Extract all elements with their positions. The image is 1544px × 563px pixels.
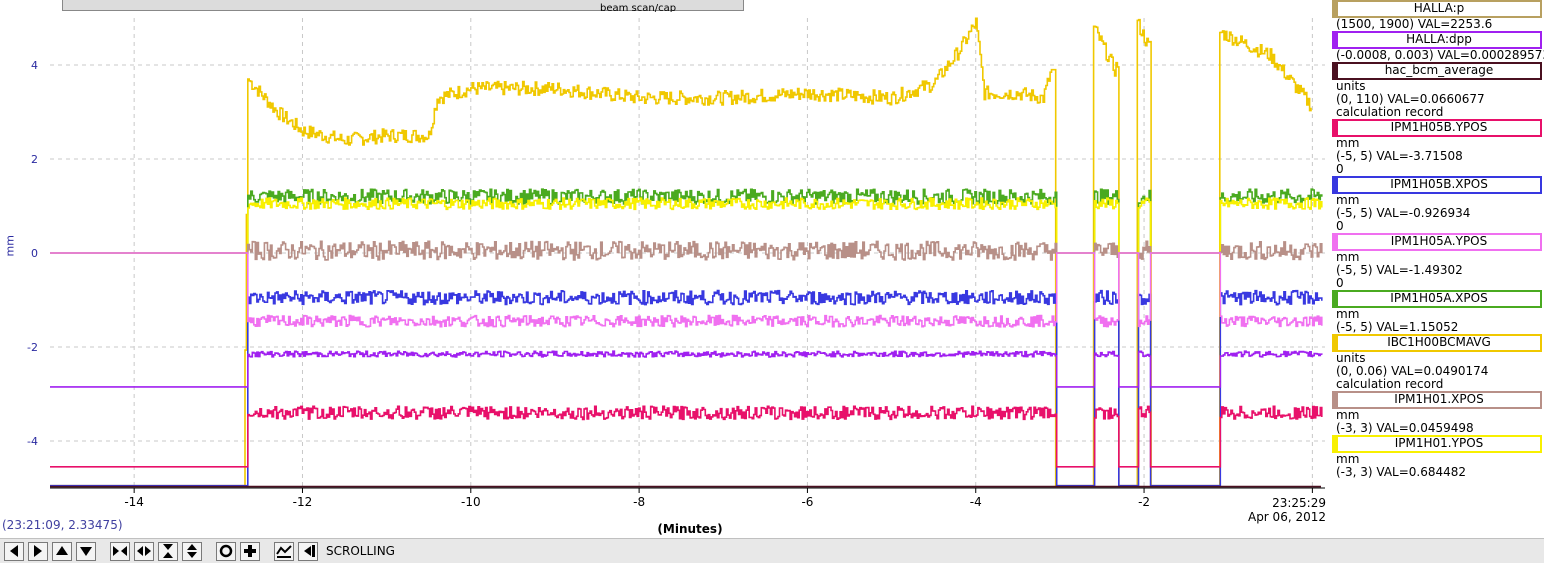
arrow-down-icon (80, 547, 92, 556)
strip-chart[interactable]: -4 -2 0 2 4 -14 -12 -10 -8 -6 -4 -2 (0, 0, 1330, 538)
legend: HALLA:p (1500, 1900) VAL=2253.6 HALLA:dpp(… (1330, 0, 1544, 500)
y-tick-label: -4 (27, 435, 38, 448)
arrow-up-icon (56, 546, 68, 555)
y-tick-label: -2 (27, 341, 38, 354)
plus-icon (244, 545, 256, 557)
current-date: Apr 06, 2012 (1247, 510, 1326, 524)
legend-entry-name[interactable]: IPM1H05A.XPOS (1332, 290, 1542, 308)
x-tick-label: -10 (461, 495, 481, 509)
legend-entry-detail: (-5, 5) VAL=-0.926934 (1336, 206, 1471, 220)
cursor-readout: (23:21:09, 2.33475) (2, 518, 123, 532)
compress-vertical-button[interactable] (182, 541, 202, 561)
compress-horizontal-icon (137, 546, 151, 556)
circle-icon (219, 544, 233, 558)
scale-button[interactable] (274, 541, 294, 561)
legend-entry-name[interactable]: IPM1H05A.YPOS (1332, 233, 1542, 251)
arrow-left-button[interactable] (4, 541, 24, 561)
legend-entry-detail: (-5, 5) VAL=-3.71508 (1336, 149, 1463, 163)
legend-entry[interactable]: hac_bcm_average units (0, 110) VAL=0.06606… (1330, 62, 1544, 119)
y-axis: -4 -2 0 2 4 (27, 59, 38, 448)
legend-entry-name[interactable]: IPM1H01.XPOS (1332, 391, 1542, 409)
legend-entry-name[interactable]: IPM1H05B.XPOS (1332, 176, 1542, 194)
legend-entry-name[interactable]: IPM1H05B.YPOS (1332, 119, 1542, 137)
legend-entry[interactable]: IPM1H05B.XPOS mm (-5, 5) VAL=-0.926934 0 (1330, 176, 1544, 233)
expand-horizontal-icon (113, 546, 127, 556)
arrow-right-button[interactable] (28, 541, 48, 561)
legend-entry[interactable]: IPM1H05A.XPOS mm (-5, 5) VAL=1.15052 (1330, 290, 1544, 334)
legend-entry-detail: calculation record (1336, 105, 1444, 119)
arrow-right-icon (34, 545, 42, 557)
legend-entry-detail: calculation record (1336, 377, 1444, 391)
legend-entry-detail: (-0.0008, 0.003) VAL=0.000289573 (1336, 48, 1544, 62)
legend-entry-name[interactable]: HALLA:p (1332, 0, 1542, 18)
legend-entry-detail: (-5, 5) VAL=-1.49302 (1336, 263, 1463, 277)
legend-entry-name[interactable]: IBC1H00BCMAVG (1332, 334, 1542, 352)
arrow-up-button[interactable] (52, 541, 72, 561)
x-tick-label: -2 (1138, 495, 1150, 509)
legend-entry-detail: 0 (1336, 162, 1344, 176)
circle-button[interactable] (216, 541, 236, 561)
expand-horizontal-button[interactable] (110, 541, 130, 561)
legend-entry-detail: 0 (1336, 219, 1344, 233)
legend-entry-detail: (-3, 3) VAL=0.684482 (1336, 465, 1467, 479)
x-tick-label: -12 (293, 495, 313, 509)
expand-vertical-icon (163, 544, 173, 558)
x-tick-label: -6 (801, 495, 813, 509)
expand-vertical-button[interactable] (158, 541, 178, 561)
left-to-line-button[interactable] (298, 541, 318, 561)
plus-button[interactable] (240, 541, 260, 561)
chart-top-title: beam scan/cap (600, 3, 677, 12)
legend-entry-name[interactable]: IPM1H01.YPOS (1332, 435, 1542, 453)
arrow-left-icon (10, 545, 18, 557)
compress-vertical-icon (187, 544, 197, 558)
legend-entry[interactable]: HALLA:p (1500, 1900) VAL=2253.6 (1330, 0, 1544, 31)
legend-entry[interactable]: IBC1H00BCMAVG units (0, 0.06) VAL=0.049017… (1330, 334, 1544, 391)
scale-icon (276, 545, 292, 558)
legend-entry[interactable]: IPM1H01.YPOS mm (-3, 3) VAL=0.684482 (1330, 435, 1544, 479)
y-axis-label: mm (3, 235, 17, 257)
legend-entry-detail: 0 (1336, 276, 1344, 290)
legend-entry-name[interactable]: HALLA:dpp (1332, 31, 1542, 49)
arrow-down-button[interactable] (76, 541, 96, 561)
x-axis-label: (Minutes) (657, 522, 723, 536)
compress-horizontal-button[interactable] (134, 541, 154, 561)
time-readout: 23:25:29 Apr 06, 2012 (1230, 496, 1326, 524)
legend-entry-name[interactable]: hac_bcm_average (1332, 62, 1542, 80)
x-tick-label: -4 (970, 495, 982, 509)
legend-entry[interactable]: IPM1H05B.YPOS mm (-5, 5) VAL=-3.71508 0 (1330, 119, 1544, 176)
x-tick-label: -8 (633, 495, 645, 509)
scrolling-label: SCROLLING (326, 544, 395, 558)
x-tick-label: -14 (124, 495, 144, 509)
legend-entry-detail: (-3, 3) VAL=0.0459498 (1336, 421, 1474, 435)
legend-entry-detail: (1500, 1900) VAL=2253.6 (1336, 17, 1493, 31)
y-tick-label: 4 (31, 59, 38, 72)
current-time: 23:25:29 (1272, 496, 1326, 510)
legend-entry[interactable]: IPM1H05A.YPOS mm (-5, 5) VAL=-1.49302 0 (1330, 233, 1544, 290)
legend-entry[interactable]: HALLA:dpp (-0.0008, 0.003) VAL=0.00028957… (1330, 31, 1544, 62)
y-tick-label: 2 (31, 153, 38, 166)
legend-entry-detail: (-5, 5) VAL=1.15052 (1336, 320, 1459, 334)
left-to-line-icon (304, 545, 315, 557)
toolbar: SCROLLING (0, 538, 1544, 563)
legend-entry[interactable]: IPM1H01.XPOS mm (-3, 3) VAL=0.0459498 (1330, 391, 1544, 435)
x-axis: -14 -12 -10 -8 -6 -4 -2 (124, 488, 1313, 509)
y-tick-label: 0 (31, 247, 38, 260)
